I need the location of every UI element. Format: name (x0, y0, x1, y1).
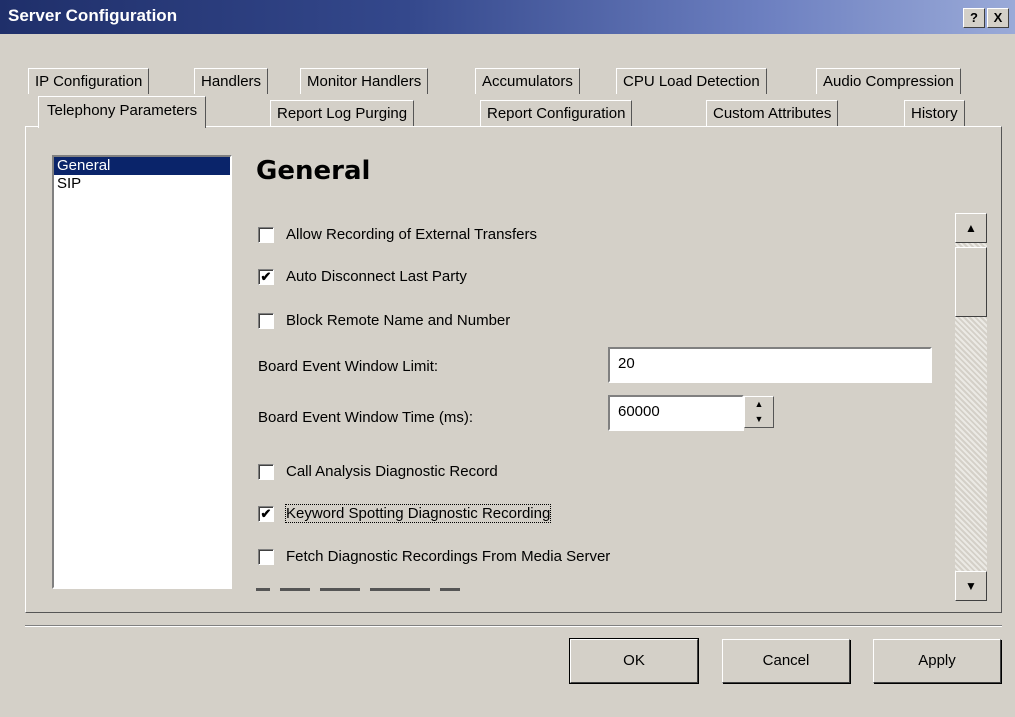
option-label: Block Remote Name and Number (286, 312, 511, 329)
tab-telephony-parameters[interactable]: Telephony Parameters (38, 96, 207, 128)
checkbox[interactable] (258, 227, 274, 243)
board-event-window-limit-label: Board Event Window Limit: (258, 358, 439, 375)
spin-down-icon[interactable]: ▼ (745, 412, 773, 427)
option-label: Keyword Spotting Diagnostic Recording (284, 504, 552, 523)
tab-audio-compression[interactable]: Audio Compression (816, 68, 961, 94)
cancel-button[interactable]: Cancel (722, 639, 850, 683)
tab-accumulators[interactable]: Accumulators (475, 68, 580, 94)
tab-handlers[interactable]: Handlers (194, 68, 269, 94)
option-label: Fetch Diagnostic Recordings From Media S… (286, 548, 611, 565)
window-title: Server Configuration (8, 6, 178, 25)
board-event-window-time-input[interactable]: 60000 (608, 395, 744, 431)
section-heading: General (256, 156, 371, 186)
close-button[interactable]: X (987, 8, 1009, 28)
board-event-window-limit-input[interactable]: 20 (608, 347, 932, 383)
tab-report-log-purging[interactable]: Report Log Purging (270, 100, 415, 126)
checkbox[interactable] (258, 549, 274, 565)
partially-hidden-option (256, 588, 956, 593)
tab-custom-attributes[interactable]: Custom Attributes (706, 100, 839, 126)
help-button[interactable]: ? (963, 8, 985, 28)
title-bar: Server Configuration ? X (0, 0, 1015, 34)
option-label: Allow Recording of External Transfers (286, 226, 537, 243)
checkbox-checked[interactable]: ✔ (258, 506, 274, 522)
checkbox[interactable] (258, 464, 274, 480)
spin-up-icon[interactable]: ▲ (745, 397, 773, 412)
option-label: Auto Disconnect Last Party (286, 268, 467, 285)
checkbox[interactable] (258, 313, 274, 329)
category-list[interactable]: General SIP (52, 155, 232, 589)
tab-history[interactable]: History (904, 100, 965, 126)
scroll-up-icon[interactable]: ▲ (955, 213, 987, 243)
scroll-thumb[interactable] (955, 247, 987, 317)
tab-monitor-handlers[interactable]: Monitor Handlers (300, 68, 429, 94)
list-item-sip[interactable]: SIP (54, 175, 230, 193)
checkbox-checked[interactable]: ✔ (258, 269, 274, 285)
tab-ip-configuration[interactable]: IP Configuration (28, 68, 150, 94)
time-spinner[interactable]: ▲ ▼ (744, 396, 774, 428)
option-label: Call Analysis Diagnostic Record (286, 463, 498, 480)
vertical-scrollbar[interactable]: ▲ ▼ (955, 213, 987, 601)
divider (25, 625, 1002, 627)
tab-report-configuration[interactable]: Report Configuration (480, 100, 633, 126)
scroll-down-icon[interactable]: ▼ (955, 571, 987, 601)
board-event-window-time-label: Board Event Window Time (ms): (258, 409, 474, 426)
apply-button[interactable]: Apply (873, 639, 1001, 683)
tab-cpu-load-detection[interactable]: CPU Load Detection (616, 68, 767, 94)
list-item-general[interactable]: General (54, 157, 230, 175)
ok-button[interactable]: OK (569, 638, 699, 684)
